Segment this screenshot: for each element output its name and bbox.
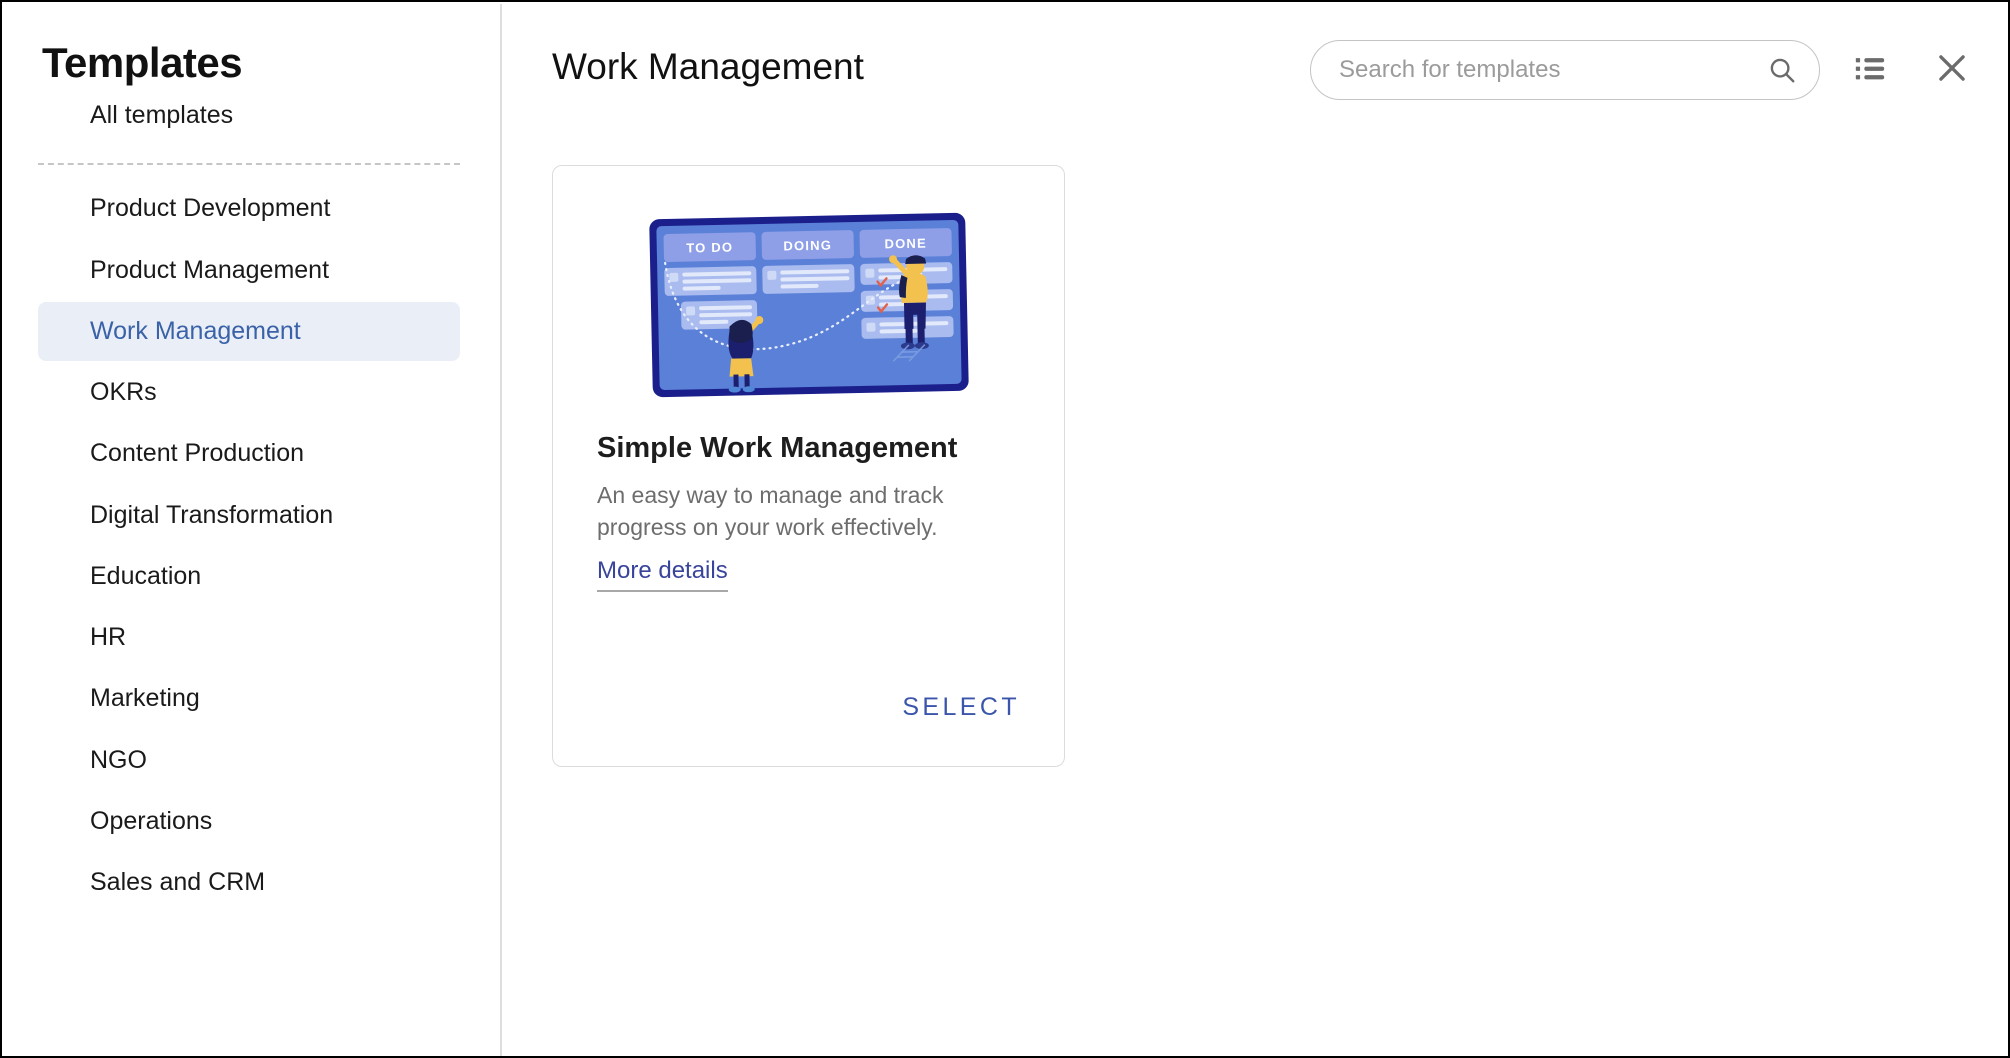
sidebar-item-digital-transformation[interactable]: Digital Transformation — [38, 486, 460, 545]
templates-modal: Templates All templates Product Developm… — [0, 0, 2010, 1058]
select-button[interactable]: SELECT — [902, 693, 1020, 722]
sidebar-item-hr[interactable]: HR — [38, 608, 460, 667]
main-header: Work Management — [504, 4, 2008, 124]
template-card-title: Simple Work Management — [597, 432, 958, 464]
close-icon[interactable] — [1924, 40, 1980, 96]
kanban-task-card — [761, 264, 855, 294]
sidebar-item-all-templates[interactable]: All templates — [38, 86, 460, 145]
template-card[interactable]: TO DO DOING DONE Simple Work Management … — [552, 165, 1065, 767]
sidebar-item-operations[interactable]: Operations — [38, 792, 460, 851]
templates-main-pane: Work Management Search for templates TO … — [504, 4, 2008, 1056]
sidebar-item-content-production[interactable]: Content Production — [38, 424, 460, 483]
sidebar-item-product-development[interactable]: Product Development — [38, 179, 460, 238]
more-details-link[interactable]: More details — [597, 557, 728, 593]
kanban-board-illustration: TO DO DOING DONE — [648, 212, 969, 398]
sidebar-title: Templates — [42, 39, 243, 86]
search-icon[interactable] — [1767, 55, 1797, 85]
sidebar-item-education[interactable]: Education — [38, 547, 460, 606]
person-left-illustration — [727, 316, 763, 393]
template-card-grid: TO DO DOING DONE Simple Work Management … — [552, 165, 1065, 767]
sidebar-item-ngo[interactable]: NGO — [38, 731, 460, 790]
template-thumbnail: TO DO DOING DONE — [639, 208, 979, 408]
kanban-column-header: TO DO — [662, 232, 756, 263]
template-card-body: Simple Work Management An easy way to ma… — [553, 430, 1064, 593]
kanban-task-card — [663, 266, 757, 297]
templates-sidebar: Templates All templates Product Developm… — [4, 4, 502, 1056]
page-title: Work Management — [552, 46, 864, 87]
sidebar-category-list: Product Development Product Management W… — [4, 179, 500, 912]
search-box[interactable] — [1310, 40, 1820, 100]
list-view-icon[interactable] — [1842, 40, 1898, 96]
person-right-illustration — [875, 255, 929, 362]
template-card-description: An easy way to manage and track progress… — [597, 482, 944, 540]
sidebar-item-product-management[interactable]: Product Management — [38, 241, 460, 300]
sidebar-item-marketing[interactable]: Marketing — [38, 669, 460, 728]
sidebar-item-okrs[interactable]: OKRs — [38, 363, 460, 422]
search-input[interactable] — [1339, 56, 1767, 84]
sidebar-item-sales-and-crm[interactable]: Sales and CRM — [38, 853, 460, 912]
sidebar-divider — [38, 163, 460, 166]
sidebar-item-work-management[interactable]: Work Management — [38, 301, 460, 362]
kanban-column-header: DOING — [760, 230, 854, 260]
